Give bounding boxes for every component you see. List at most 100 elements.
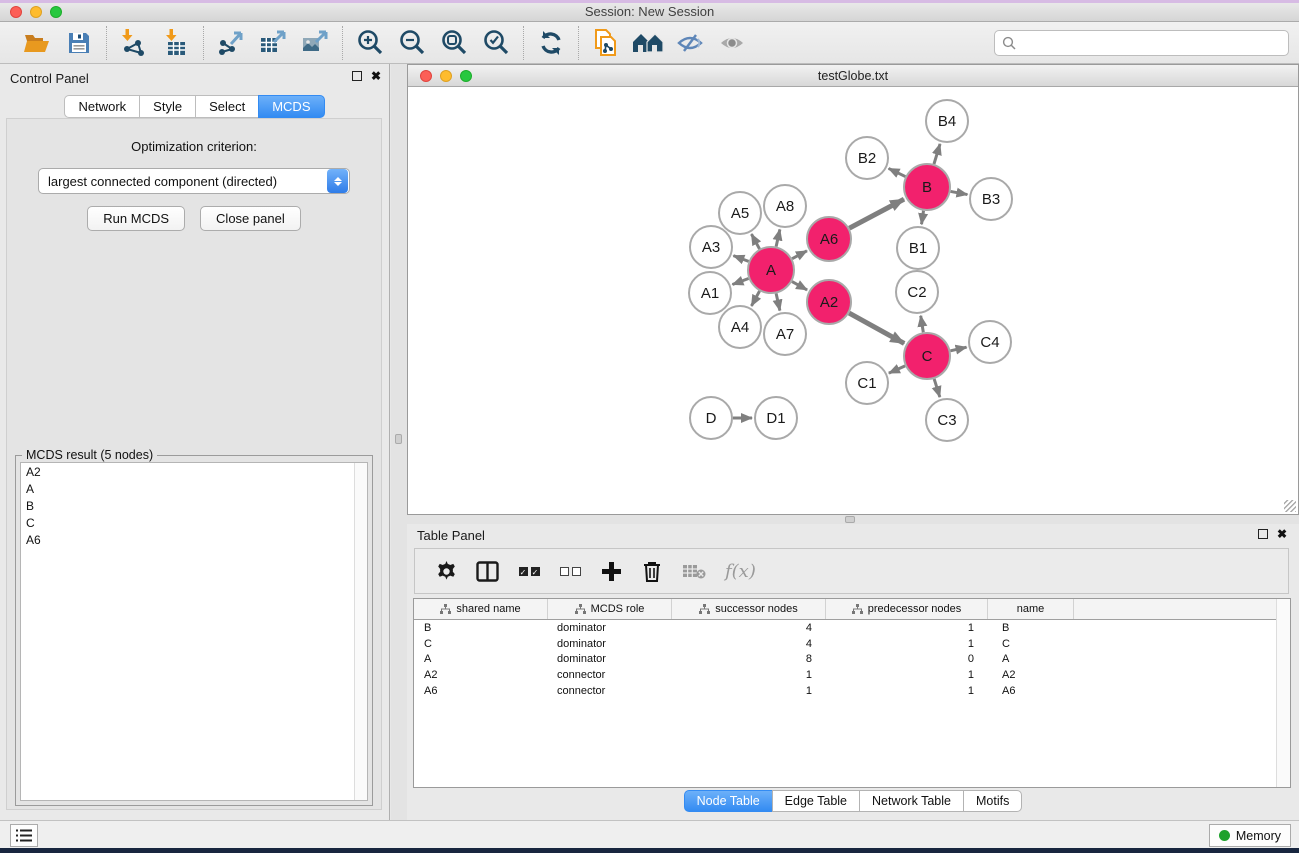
network-graph[interactable]: B4B2BB3A5A8A6A3B1AA1C2A2A4A7C4CC1C3DD1 [408, 87, 1298, 515]
show-column-panel-icon[interactable] [476, 559, 499, 583]
float-table-panel-button[interactable] [1258, 529, 1268, 539]
zoom-selected-icon[interactable] [479, 27, 513, 59]
deselect-all-columns-icon[interactable] [559, 559, 581, 583]
network-window-titlebar[interactable]: testGlobe.txt [408, 65, 1298, 87]
table-settings-gear-icon[interactable] [435, 559, 457, 583]
graph-edge-A-A5[interactable] [751, 234, 759, 249]
graph-edge-B-B2[interactable] [889, 168, 906, 176]
table-row[interactable]: A dominator 8 0 A [414, 651, 1290, 667]
graph-edge-B-B3[interactable] [951, 191, 968, 194]
graph-node-D[interactable]: D [690, 397, 732, 439]
result-item[interactable]: A [21, 480, 367, 497]
float-panel-button[interactable] [352, 71, 362, 81]
table-scrollbar[interactable] [1276, 599, 1290, 787]
graph-node-A2[interactable]: A2 [807, 280, 851, 324]
table-row[interactable]: A6 connector 1 1 A6 [414, 683, 1290, 699]
close-table-panel-icon[interactable]: ✖ [1277, 529, 1287, 539]
import-network-icon[interactable] [117, 27, 151, 59]
splitter-handle[interactable] [395, 434, 402, 444]
delete-table-icon[interactable] [682, 559, 706, 583]
result-item[interactable]: B [21, 497, 367, 514]
memory-button[interactable]: Memory [1209, 824, 1291, 847]
graph-edge-C-C3[interactable] [934, 379, 940, 397]
mcds-result-list[interactable]: A2 A B C A6 [20, 462, 368, 801]
tab-edge-table[interactable]: Edge Table [772, 790, 859, 812]
tab-motifs[interactable]: Motifs [963, 790, 1022, 812]
result-item[interactable]: A6 [21, 531, 367, 548]
graph-edge-A6-B[interactable] [849, 199, 904, 228]
home-layout-icon[interactable] [631, 27, 665, 59]
graph-edge-A-A1[interactable] [732, 278, 748, 284]
graph-edge-A-A4[interactable] [751, 291, 759, 306]
graph-node-A3[interactable]: A3 [690, 226, 732, 268]
criterion-dropdown[interactable]: largest connected component (directed) [38, 168, 350, 194]
result-item[interactable]: C [21, 514, 367, 531]
export-image-icon[interactable] [298, 27, 332, 59]
graph-node-A5[interactable]: A5 [719, 192, 761, 234]
graph-edge-B-B4[interactable] [934, 144, 940, 164]
table-row[interactable]: C dominator 4 1 C [414, 636, 1290, 652]
tab-node-table[interactable]: Node Table [684, 790, 772, 812]
zoom-fit-icon[interactable] [437, 27, 471, 59]
tab-style[interactable]: Style [139, 95, 195, 118]
vertical-splitter[interactable] [391, 64, 407, 820]
tab-select[interactable]: Select [195, 95, 258, 118]
graph-node-A8[interactable]: A8 [764, 185, 806, 227]
run-mcds-button[interactable]: Run MCDS [87, 206, 185, 231]
graph-edge-A-A8[interactable] [776, 229, 780, 246]
tab-network-table[interactable]: Network Table [859, 790, 963, 812]
task-history-button[interactable] [10, 824, 38, 847]
export-network-icon[interactable] [214, 27, 248, 59]
graph-edge-A-A3[interactable] [733, 256, 748, 262]
close-panel-button[interactable]: Close panel [200, 206, 301, 231]
delete-column-trash-icon[interactable] [641, 559, 663, 583]
graph-edge-C-C1[interactable] [889, 366, 905, 373]
export-table-icon[interactable] [256, 27, 290, 59]
tab-mcds[interactable]: MCDS [258, 95, 324, 118]
graph-edge-A-A2[interactable] [792, 282, 807, 290]
graph-node-C2[interactable]: C2 [896, 271, 938, 313]
graph-node-C[interactable]: C [904, 333, 950, 379]
resize-grip-icon[interactable] [1284, 500, 1296, 512]
zoom-out-icon[interactable] [395, 27, 429, 59]
graph-edge-B-B1[interactable] [922, 211, 924, 225]
graph-node-A[interactable]: A [748, 247, 794, 293]
column-header-shared-name[interactable]: shared name [414, 599, 548, 619]
graph-node-B1[interactable]: B1 [897, 227, 939, 269]
graph-node-D1[interactable]: D1 [755, 397, 797, 439]
column-header-predecessor-nodes[interactable]: predecessor nodes [826, 599, 988, 619]
refresh-view-icon[interactable] [534, 27, 568, 59]
create-column-plus-icon[interactable] [600, 559, 622, 583]
save-session-icon[interactable] [62, 27, 96, 59]
select-all-columns-icon[interactable]: ✓✓ [518, 559, 540, 583]
result-item[interactable]: A2 [21, 463, 367, 480]
hide-graphics-details-icon[interactable] [673, 27, 707, 59]
graph-edge-C-C4[interactable] [950, 347, 966, 351]
search-field[interactable] [994, 30, 1289, 56]
graph-node-A1[interactable]: A1 [689, 272, 731, 314]
table-row[interactable]: A2 connector 1 1 A2 [414, 667, 1290, 683]
show-graphics-details-icon[interactable] [715, 27, 749, 59]
column-header-successor-nodes[interactable]: successor nodes [672, 599, 826, 619]
open-file-icon[interactable] [20, 27, 54, 59]
zoom-in-icon[interactable] [353, 27, 387, 59]
duplicate-network-icon[interactable] [589, 27, 623, 59]
graph-node-C3[interactable]: C3 [926, 399, 968, 441]
horizontal-splitter[interactable] [407, 515, 1299, 524]
result-list-scrollbar[interactable] [354, 463, 367, 800]
table-row[interactable]: B dominator 4 1 B [414, 620, 1290, 636]
splitter-handle[interactable] [845, 516, 855, 523]
graph-node-B[interactable]: B [904, 164, 950, 210]
graph-node-C4[interactable]: C4 [969, 321, 1011, 363]
column-header-name[interactable]: name [988, 599, 1074, 619]
search-input[interactable] [1017, 33, 1288, 53]
graph-node-A4[interactable]: A4 [719, 306, 761, 348]
graph-node-B2[interactable]: B2 [846, 137, 888, 179]
graph-node-B4[interactable]: B4 [926, 100, 968, 142]
graph-node-B3[interactable]: B3 [970, 178, 1012, 220]
graph-edge-A-A7[interactable] [776, 293, 780, 310]
network-canvas[interactable]: B4B2BB3A5A8A6A3B1AA1C2A2A4A7C4CC1C3DD1 [408, 87, 1298, 514]
column-header-mcds-role[interactable]: MCDS role [548, 599, 672, 619]
graph-node-C1[interactable]: C1 [846, 362, 888, 404]
graph-node-A7[interactable]: A7 [764, 313, 806, 355]
